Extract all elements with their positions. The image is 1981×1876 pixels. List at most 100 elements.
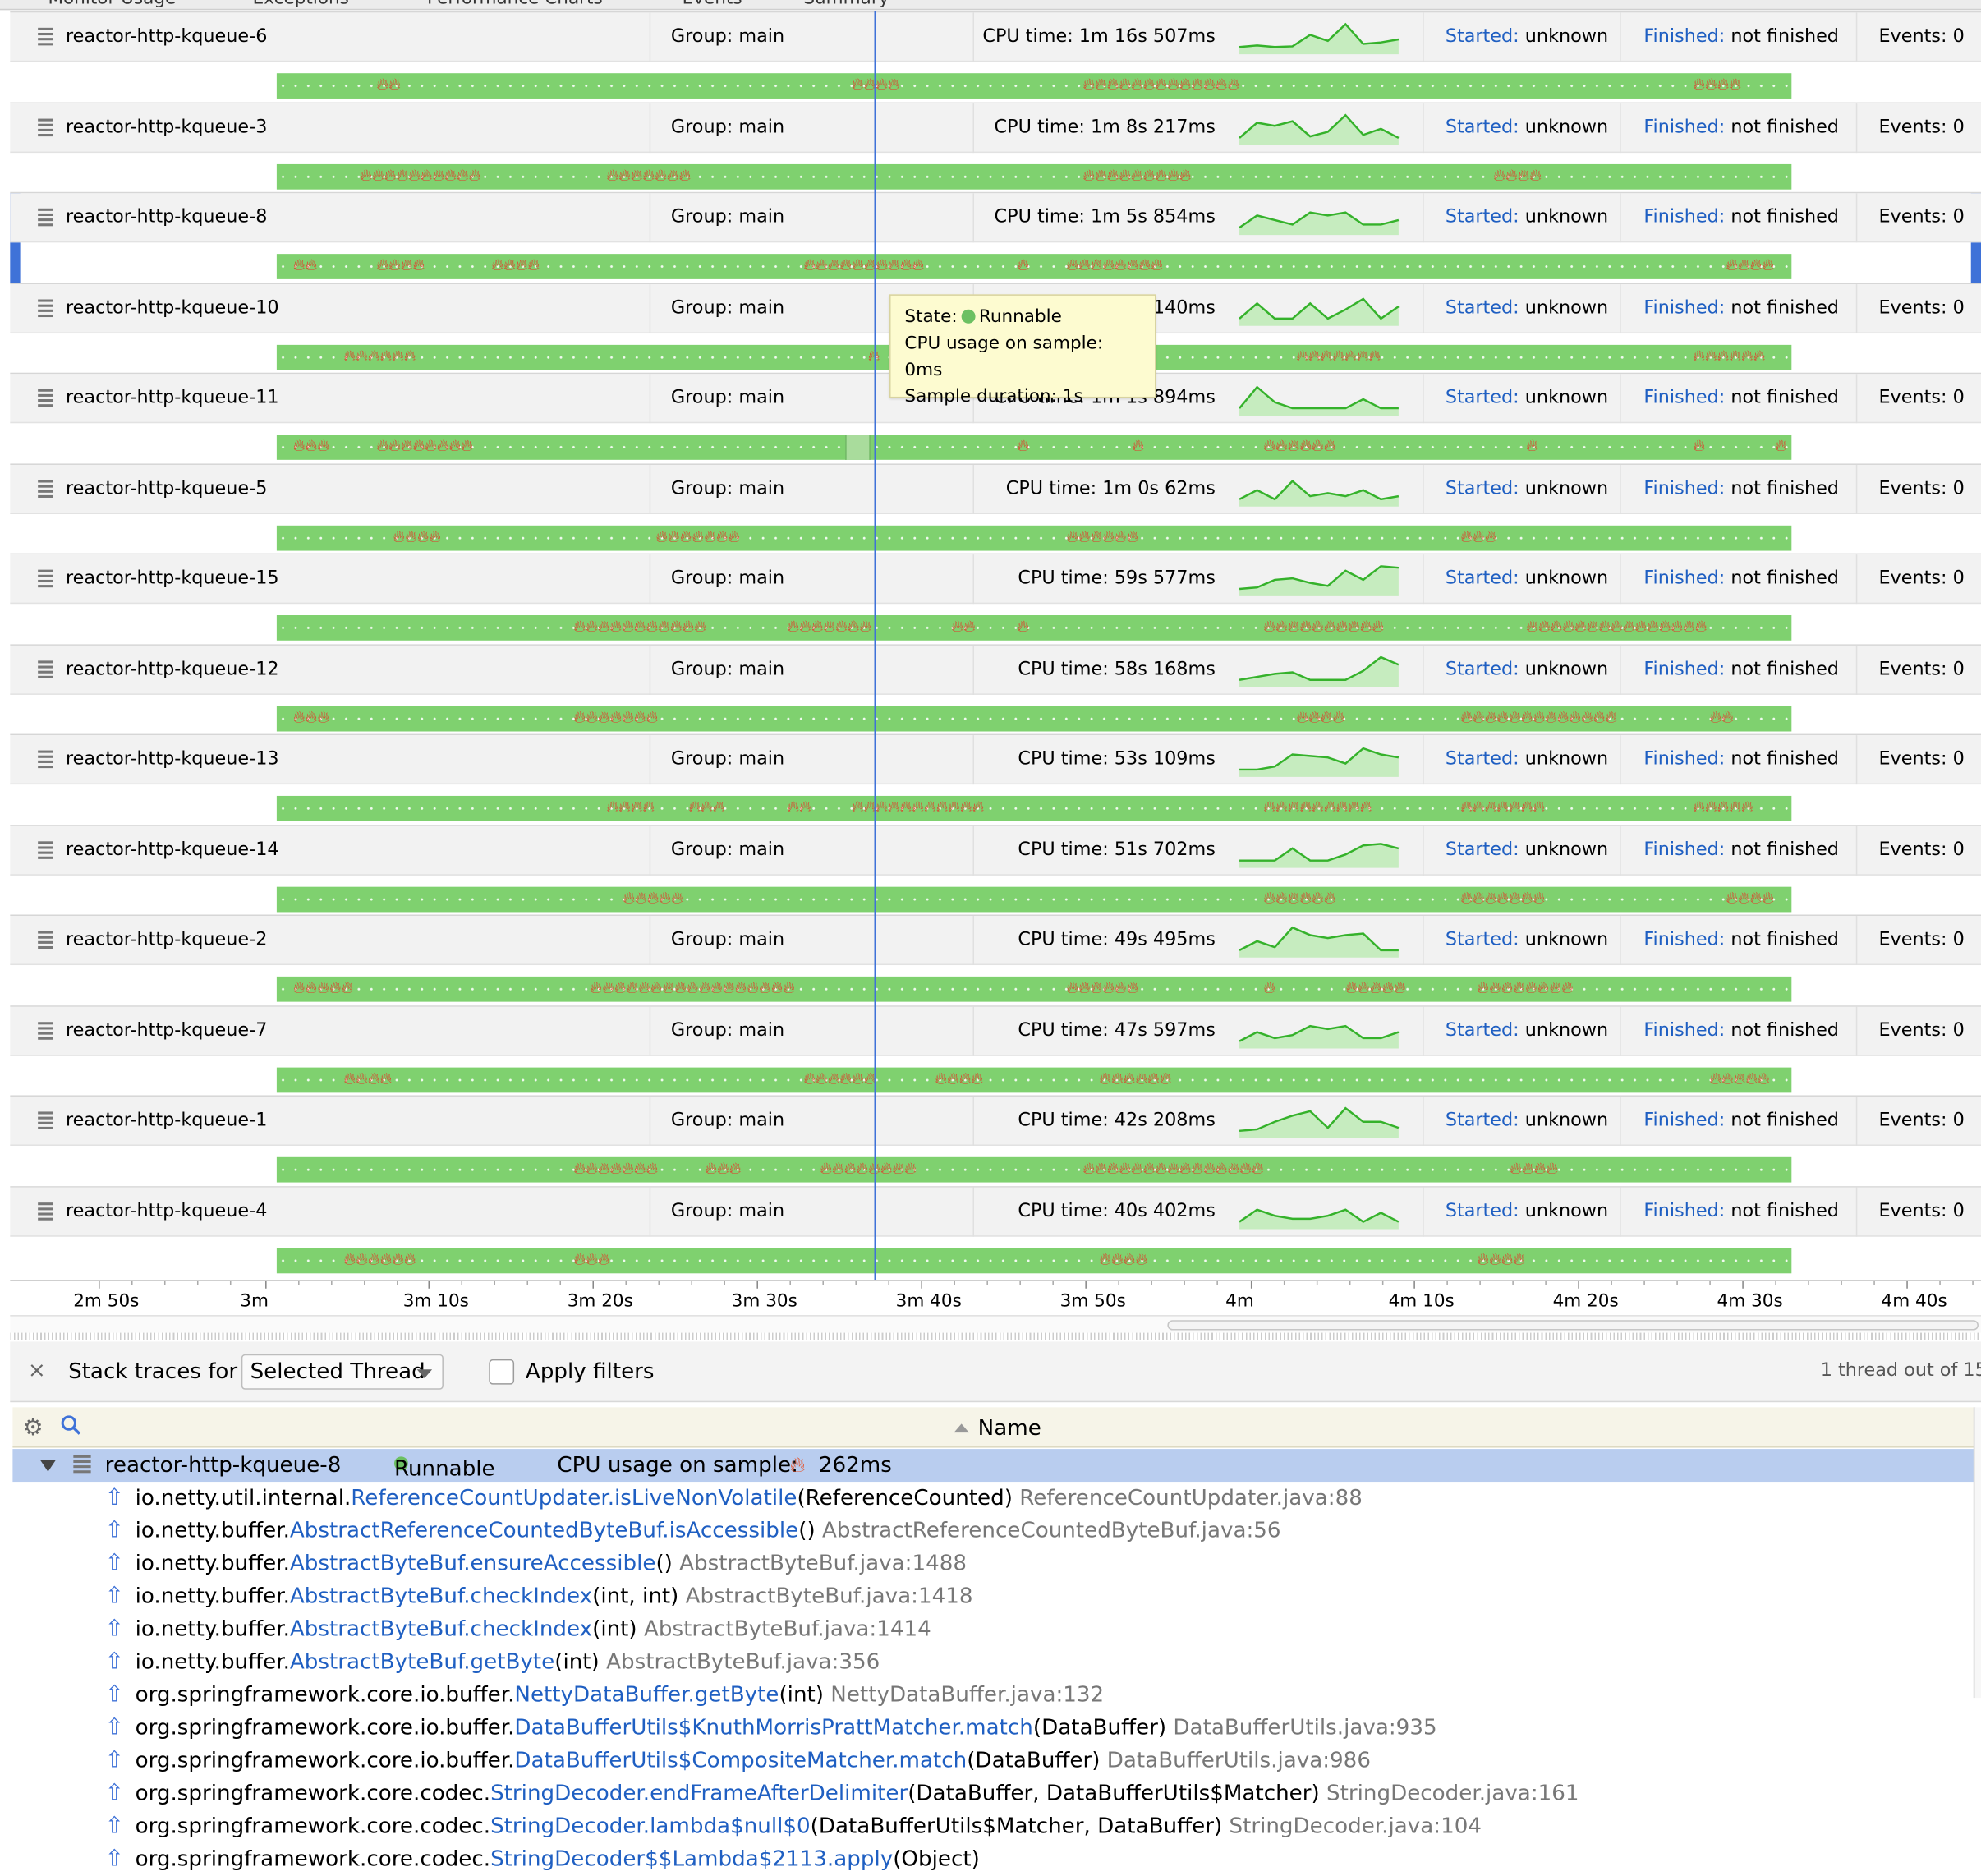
thread-state-bar[interactable]: 🔥︎🔥︎🔥︎🔥︎🔥︎🔥︎🔥︎🔥︎🔥︎🔥︎🔥︎🔥︎🔥︎🔥︎🔥︎🔥︎🔥︎🔥︎🔥︎🔥︎… (276, 976, 1792, 1002)
close-icon[interactable]: × (28, 1358, 46, 1383)
thread-state-bar[interactable]: 🔥︎🔥︎🔥︎🔥︎🔥︎🔥︎🔥︎🔥︎🔥︎🔥︎🔥︎🔥︎🔥︎🔥︎🔥︎🔥︎🔥︎🔥︎🔥︎🔥︎… (276, 795, 1792, 821)
frame-file: DataBufferUtils.java:986 (1106, 1748, 1371, 1774)
frame-arrow-icon: ⇧ (104, 1648, 124, 1676)
axis-tick (1085, 1281, 1087, 1289)
frame-method-link[interactable]: StringDecoder$$Lambda$2113.apply (490, 1847, 893, 1873)
thread-row[interactable]: reactor-http-kqueue-7 Group: main CPU time… (10, 1005, 1981, 1095)
finished-value: not finished (1731, 839, 1839, 860)
frame-method-link[interactable]: StringDecoder.endFrameAfterDelimiter (490, 1782, 908, 1807)
hovered-sample[interactable] (845, 435, 871, 460)
apply-filters-checkbox[interactable] (489, 1359, 515, 1385)
frame-method-link[interactable]: StringDecoder.lambda$null$0 (490, 1814, 811, 1840)
started-value: unknown (1524, 568, 1609, 589)
stack-frame[interactable]: ⇧ io.netty.buffer.AbstractByteBuf.getByte… (105, 1646, 880, 1679)
search-icon[interactable] (61, 1415, 81, 1436)
stack-frame[interactable]: ⇧ org.springframework.core.io.buffer.Data… (105, 1745, 1371, 1777)
thread-state-bar[interactable]: 🔥︎🔥︎🔥︎🔥︎🔥︎🔥︎🔥︎🔥︎🔥︎🔥︎🔥︎🔥︎🔥︎🔥︎🔥︎🔥︎🔥︎🔥︎🔥︎🔥︎… (276, 435, 1792, 460)
tab-events[interactable]: Events (683, 0, 742, 9)
frame-method-link[interactable]: AbstractByteBuf.ensureAccessible (290, 1552, 656, 1577)
vertical-scrollbar[interactable] (1973, 1407, 1981, 1699)
thread-state-bar[interactable]: 🔥︎🔥︎🔥︎🔥︎🔥︎🔥︎🔥︎🔥︎🔥︎🔥︎🔥︎🔥︎🔥︎🔥︎🔥︎🔥︎🔥︎🔥︎🔥︎🔥︎… (276, 705, 1792, 731)
thread-scope-select[interactable]: Selected Thread (241, 1354, 444, 1390)
thread-row-header[interactable]: reactor-http-kqueue-3 Group: main CPU time… (10, 103, 1981, 153)
finished-value: not finished (1731, 1110, 1839, 1131)
thread-row[interactable]: reactor-http-kqueue-4 Group: main CPU time… (10, 1185, 1981, 1276)
frame-method-link[interactable]: DataBufferUtils$CompositeMatcher.match (514, 1749, 967, 1774)
thread-row-header[interactable]: reactor-http-kqueue-12 Group: main CPU tim… (10, 645, 1981, 695)
thread-state-bar[interactable]: 🔥︎🔥︎🔥︎🔥︎🔥︎🔥︎🔥︎🔥︎🔥︎🔥︎🔥︎🔥︎🔥︎🔥︎🔥︎🔥︎🔥︎🔥︎🔥︎🔥︎… (276, 163, 1792, 189)
tab-summary[interactable]: Summary (803, 0, 889, 9)
thread-row-header[interactable]: reactor-http-kqueue-4 Group: main CPU time… (10, 1186, 1981, 1236)
thread-row-header[interactable]: reactor-http-kqueue-1 Group: main CPU time… (10, 1096, 1981, 1146)
frame-method-link[interactable]: NettyDataBuffer.getByte (514, 1683, 779, 1708)
thread-row[interactable]: reactor-http-kqueue-14 Group: main CPU tim… (10, 824, 1981, 915)
thread-state-bar[interactable]: 🔥︎🔥︎🔥︎🔥︎🔥︎🔥︎🔥︎🔥︎🔥︎🔥︎🔥︎🔥︎🔥︎🔥︎🔥︎🔥︎🔥︎🔥︎🔥︎🔥︎… (276, 885, 1792, 912)
stack-frame[interactable]: ⇧ io.netty.buffer.AbstractByteBuf.ensureA… (105, 1547, 967, 1580)
started-label: Started: (1445, 568, 1519, 589)
axis-minor-tick (986, 1281, 988, 1285)
scrollbar-thumb[interactable] (1167, 1320, 1979, 1331)
name-column-header[interactable]: Name (978, 1416, 1041, 1441)
frame-method-link[interactable]: AbstractReferenceCountedByteBuf.isAccess… (290, 1519, 798, 1544)
frame-method-link[interactable]: AbstractByteBuf.checkIndex (290, 1617, 592, 1643)
stack-frame[interactable]: ⇧ org.springframework.core.io.buffer.Nett… (105, 1679, 1105, 1712)
stack-frame[interactable]: ⇧ io.netty.buffer.AbstractByteBuf.checkIn… (105, 1613, 931, 1646)
thread-row[interactable]: reactor-http-kqueue-3 Group: main CPU time… (10, 101, 1981, 192)
stack-frame[interactable]: ⇧ org.springframework.core.codec.StringDe… (105, 1777, 1579, 1810)
threads-timeline[interactable]: reactor-http-kqueue-6 Group: main CPU time… (0, 11, 1981, 1280)
thread-row[interactable]: reactor-http-kqueue-2 Group: main CPU time… (10, 914, 1981, 1005)
tab-monitor-usage[interactable]: Monitor Usage (48, 0, 176, 9)
timeline-horizontal-scrollbar[interactable] (10, 1315, 1981, 1333)
flame-icon: 🔥︎ (1017, 437, 1030, 457)
axis-minor-tick (1841, 1281, 1842, 1285)
gear-icon[interactable]: ⚙ (23, 1415, 44, 1441)
started-label: Started: (1445, 749, 1519, 770)
time-cursor-line[interactable] (874, 11, 876, 1313)
splitter-handle[interactable] (10, 1332, 1981, 1340)
thread-row[interactable]: reactor-http-kqueue-6 Group: main CPU time… (10, 11, 1981, 102)
thread-row-header[interactable]: reactor-http-kqueue-6 Group: main CPU time… (10, 12, 1981, 62)
thread-state-bar[interactable]: 🔥︎🔥︎🔥︎🔥︎🔥︎🔥︎🔥︎🔥︎🔥︎🔥︎🔥︎🔥︎🔥︎🔥︎🔥︎🔥︎🔥︎🔥︎🔥︎🔥︎… (276, 1066, 1792, 1092)
thread-icon (38, 660, 53, 681)
axis-minor-tick (888, 1281, 889, 1285)
thread-row[interactable]: reactor-http-kqueue-1 Group: main CPU time… (10, 1095, 1981, 1185)
collapse-triangle-icon[interactable] (40, 1460, 56, 1472)
thread-row[interactable]: reactor-http-kqueue-12 Group: main CPU tim… (10, 643, 1981, 734)
frame-method-link[interactable]: AbstractByteBuf.getByte (290, 1650, 554, 1676)
thread-row-header[interactable]: reactor-http-kqueue-14 Group: main CPU tim… (10, 825, 1981, 876)
thread-icon (38, 1111, 53, 1132)
thread-row-header[interactable]: reactor-http-kqueue-7 Group: main CPU time… (10, 1006, 1981, 1055)
thread-row-header[interactable]: reactor-http-kqueue-15 Group: main CPU tim… (10, 554, 1981, 605)
stack-frame[interactable]: ⇧ org.springframework.core.codec.StringDe… (105, 1843, 980, 1876)
frame-method-link[interactable]: DataBufferUtils$KnuthMorrisPrattMatcher.… (514, 1716, 1032, 1741)
frame-method-link[interactable]: AbstractByteBuf.checkIndex (290, 1584, 592, 1610)
flame-icon: 🔥︎🔥︎🔥︎🔥︎🔥︎🔥︎🔥︎🔥︎ (376, 437, 473, 457)
tab-performance-charts[interactable]: Performance Charts (427, 0, 603, 9)
thread-state-bar[interactable]: 🔥︎🔥︎🔥︎🔥︎🔥︎🔥︎🔥︎🔥︎🔥︎🔥︎🔥︎🔥︎🔥︎🔥︎🔥︎🔥︎🔥︎🔥︎🔥︎🔥︎… (276, 254, 1792, 279)
stack-frame[interactable]: ⇧ io.netty.util.internal.ReferenceCountUp… (105, 1482, 1363, 1515)
thread-row[interactable]: reactor-http-kqueue-8 Group: main CPU time… (10, 191, 1981, 283)
thread-row-header[interactable]: reactor-http-kqueue-8 Group: main CPU time… (10, 193, 1981, 243)
finished-label: Finished: (1643, 388, 1726, 408)
tab-exceptions[interactable]: Exceptions (253, 0, 349, 9)
frame-args: () (798, 1518, 816, 1544)
thread-state-bar[interactable]: 🔥︎🔥︎🔥︎🔥︎🔥︎🔥︎🔥︎🔥︎🔥︎🔥︎🔥︎🔥︎🔥︎🔥︎🔥︎🔥︎🔥︎🔥︎🔥︎🔥︎ (276, 525, 1792, 550)
thread-row-header[interactable]: reactor-http-kqueue-5 Group: main CPU time… (10, 464, 1981, 514)
thread-row[interactable]: reactor-http-kqueue-15 Group: main CPU tim… (10, 553, 1981, 644)
apply-filters-label[interactable]: Apply filters (526, 1359, 655, 1385)
thread-state-bar[interactable]: 🔥︎🔥︎🔥︎🔥︎🔥︎🔥︎🔥︎🔥︎🔥︎🔥︎🔥︎🔥︎🔥︎🔥︎🔥︎🔥︎🔥︎🔥︎🔥︎🔥︎… (276, 1156, 1792, 1183)
thread-row[interactable]: reactor-http-kqueue-13 Group: main CPU tim… (10, 733, 1981, 825)
stack-frame[interactable]: ⇧ org.springframework.core.io.buffer.Data… (105, 1712, 1437, 1745)
thread-state-bar[interactable]: 🔥︎🔥︎🔥︎🔥︎🔥︎🔥︎🔥︎🔥︎🔥︎🔥︎🔥︎🔥︎🔥︎🔥︎🔥︎🔥︎🔥︎🔥︎🔥︎🔥︎… (276, 73, 1792, 99)
thread-row-header[interactable]: reactor-http-kqueue-2 Group: main CPU time… (10, 916, 1981, 966)
frame-method-link[interactable]: ReferenceCountUpdater.isLiveNonVolatile (351, 1486, 797, 1511)
thread-row-header[interactable]: reactor-http-kqueue-13 Group: main CPU tim… (10, 735, 1981, 785)
stack-frame[interactable]: ⇧ io.netty.buffer.AbstractByteBuf.checkIn… (105, 1580, 973, 1613)
selected-thread-node[interactable]: reactor-http-kqueue-8 Runnable CPU usage… (12, 1449, 1976, 1483)
thread-state-bar[interactable]: 🔥︎🔥︎🔥︎🔥︎🔥︎🔥︎ 🔥︎🔥︎🔥︎ 🔥︎🔥︎🔥︎🔥︎ 🔥︎🔥︎🔥︎🔥︎ (276, 1247, 1792, 1273)
stack-frame[interactable]: ⇧ org.springframework.core.codec.StringDe… (105, 1810, 1482, 1843)
stack-frame[interactable]: ⇧ io.netty.buffer.AbstractReferenceCounte… (105, 1515, 1281, 1547)
thread-row[interactable]: reactor-http-kqueue-5 Group: main CPU time… (10, 462, 1981, 554)
frame-package: org.springframework.core.io.buffer. (135, 1682, 515, 1708)
thread-state-bar[interactable]: 🔥︎🔥︎🔥︎🔥︎🔥︎🔥︎🔥︎🔥︎🔥︎🔥︎🔥︎🔥︎🔥︎🔥︎🔥︎🔥︎🔥︎🔥︎🔥︎🔥︎… (276, 615, 1792, 641)
